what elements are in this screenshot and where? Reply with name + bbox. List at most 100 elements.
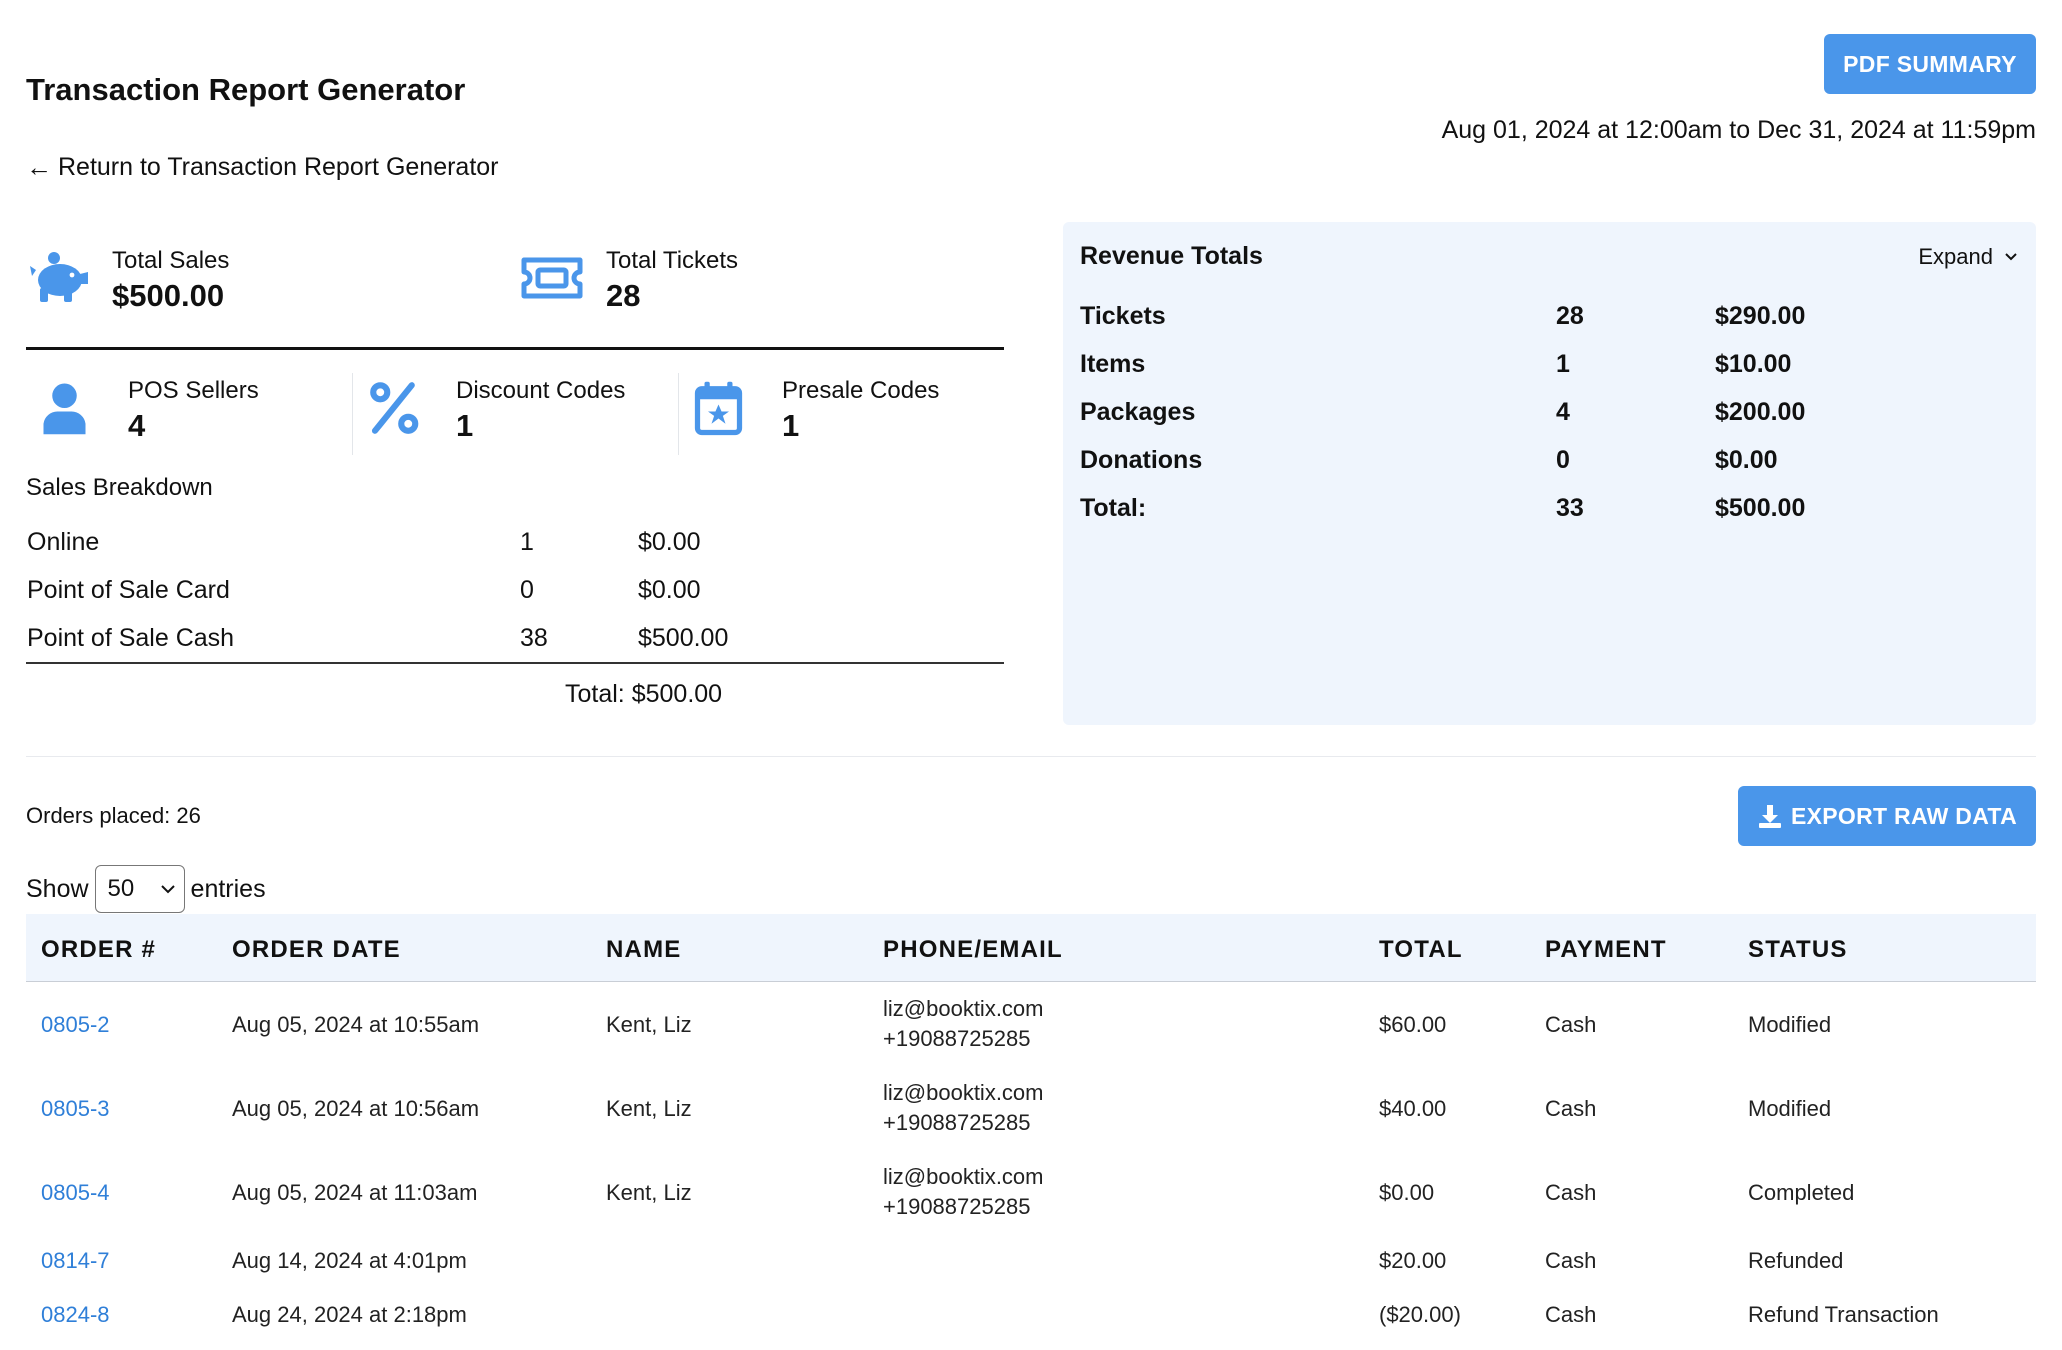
customer-phone: +19088725285 <box>883 1026 1031 1051</box>
export-raw-data-button[interactable]: EXPORT RAW DATA <box>1738 786 2036 846</box>
stat-value: 1 <box>456 408 474 443</box>
column-header-order[interactable]: ORDER # <box>41 936 156 964</box>
breakdown-row: Point of Sale Cash 38 $500.00 <box>26 614 1004 662</box>
column-header-status[interactable]: STATUS <box>1748 936 1848 964</box>
column-header-contact[interactable]: PHONE/EMAIL <box>883 936 1063 964</box>
column-header-name[interactable]: NAME <box>606 936 681 964</box>
stat-value: $500.00 <box>112 278 225 313</box>
order-date: Aug 05, 2024 at 10:55am <box>232 1012 480 1037</box>
order-total: $40.00 <box>1379 1096 1447 1121</box>
breakdown-amount: $0.00 <box>638 528 701 556</box>
order-total: $20.00 <box>1379 1248 1447 1273</box>
back-link[interactable]: ← Return to Transaction Report Generator <box>26 152 499 183</box>
order-total: $60.00 <box>1379 1012 1447 1037</box>
revenue-label: Items <box>1080 350 1146 378</box>
order-link[interactable]: 0805-2 <box>41 1012 110 1038</box>
payment-method: Cash <box>1545 1248 1597 1273</box>
order-total: ($20.00) <box>1379 1302 1461 1327</box>
stat-discount-codes: Discount Codes 1 <box>368 376 625 446</box>
revenue-label: Total: <box>1080 494 1147 522</box>
order-link[interactable]: 0805-4 <box>41 1180 110 1206</box>
revenue-amount: $0.00 <box>1715 446 1778 474</box>
order-link[interactable]: 0805-3 <box>41 1096 110 1122</box>
expand-toggle[interactable]: Expand <box>1918 244 2019 270</box>
breakdown-divider <box>26 662 1004 664</box>
breakdown-row: Point of Sale Card 0 $0.00 <box>26 566 1004 614</box>
ticket-icon <box>521 257 583 299</box>
stat-value: 1 <box>782 408 800 443</box>
revenue-count: 0 <box>1556 446 1570 474</box>
stat-label: Total Sales <box>112 247 230 274</box>
breakdown-amount: $500.00 <box>638 624 729 652</box>
revenue-amount: $10.00 <box>1715 350 1792 378</box>
breakdown-count: 0 <box>520 576 534 604</box>
pdf-summary-button[interactable]: PDF SUMMARY <box>1824 34 2036 94</box>
orders-placed: Orders placed: 26 <box>26 803 201 828</box>
order-status: Modified <box>1748 1096 1832 1121</box>
breakdown-amount: $0.00 <box>638 576 701 604</box>
payment-method: Cash <box>1545 1180 1597 1205</box>
breakdown-method: Point of Sale Cash <box>27 624 235 652</box>
order-date: Aug 14, 2024 at 4:01pm <box>232 1248 467 1273</box>
customer-name: Kent, Liz <box>606 1180 692 1205</box>
order-date: Aug 05, 2024 at 10:56am <box>232 1096 480 1121</box>
arrow-left-icon: ← <box>26 152 52 182</box>
order-status: Refund Transaction <box>1748 1302 1939 1327</box>
stat-value: 28 <box>606 278 641 313</box>
stat-pos-sellers: POS Sellers 4 <box>40 376 259 446</box>
revenue-totals-panel: Revenue Totals Expand Tickets 28 $290.00… <box>1063 222 2036 725</box>
stat-label: Presale Codes <box>782 377 940 404</box>
order-link[interactable]: 0824-8 <box>41 1302 110 1328</box>
entries-select[interactable]: 50 <box>94 865 185 913</box>
column-header-payment[interactable]: PAYMENT <box>1545 936 1667 964</box>
customer-email: liz@booktix.com <box>883 996 1044 1021</box>
column-header-total[interactable]: TOTAL <box>1379 936 1463 964</box>
customer-phone: +19088725285 <box>883 1194 1031 1219</box>
column-header-date[interactable]: ORDER DATE <box>232 936 401 964</box>
table-row: 0805-3 Aug 05, 2024 at 10:56am Kent, Liz… <box>26 1076 2036 1140</box>
revenue-total-row: Total: 33 $500.00 <box>1063 486 2036 534</box>
breakdown-count: 1 <box>520 528 534 556</box>
revenue-row: Packages 4 $200.00 <box>1063 390 2036 438</box>
stat-label: POS Sellers <box>128 377 259 404</box>
stat-presale-codes: Presale Codes 1 <box>694 376 939 446</box>
chevron-down-icon <box>160 885 175 894</box>
stat-separator <box>678 373 679 455</box>
revenue-row: Donations 0 $0.00 <box>1063 438 2036 486</box>
revenue-label: Tickets <box>1080 302 1166 330</box>
orders-table-header: ORDER # ORDER DATE NAME PHONE/EMAIL TOTA… <box>26 914 2036 982</box>
revenue-row: Tickets 28 $290.00 <box>1063 294 2036 342</box>
revenue-count: 28 <box>1556 302 1584 330</box>
payment-method: Cash <box>1545 1302 1597 1327</box>
revenue-count: 4 <box>1556 398 1570 426</box>
order-status: Completed <box>1748 1180 1855 1205</box>
stat-separator <box>352 373 353 455</box>
revenue-amount: $290.00 <box>1715 302 1806 330</box>
breakdown-method: Online <box>27 528 100 556</box>
revenue-title: Revenue Totals <box>1080 242 1263 270</box>
table-row: 0805-2 Aug 05, 2024 at 10:55am Kent, Liz… <box>26 992 2036 1056</box>
user-icon <box>43 383 86 435</box>
customer-phone: +19088725285 <box>883 1110 1031 1135</box>
order-date: Aug 05, 2024 at 11:03am <box>232 1180 478 1205</box>
download-icon <box>1759 805 1781 828</box>
page-title: Transaction Report Generator <box>26 72 466 107</box>
breakdown-total: Total: $500.00 <box>565 680 723 708</box>
sales-breakdown-title: Sales Breakdown <box>26 474 213 501</box>
payment-method: Cash <box>1545 1096 1597 1121</box>
breakdown-count: 38 <box>520 624 548 652</box>
customer-email: liz@booktix.com <box>883 1164 1044 1189</box>
stat-label: Total Tickets <box>606 247 739 274</box>
show-label: Show <box>26 874 89 903</box>
section-divider <box>26 756 2036 757</box>
stats-divider <box>26 347 1004 350</box>
chevron-down-icon <box>2005 253 2017 261</box>
order-link[interactable]: 0814-7 <box>41 1248 110 1274</box>
customer-name: Kent, Liz <box>606 1012 692 1037</box>
revenue-count: 33 <box>1556 494 1584 522</box>
revenue-label: Packages <box>1080 398 1196 426</box>
stat-total-tickets: Total Tickets 28 <box>520 246 738 316</box>
percent-icon <box>370 382 419 434</box>
stat-value: 4 <box>128 408 146 443</box>
revenue-amount: $500.00 <box>1715 494 1806 522</box>
